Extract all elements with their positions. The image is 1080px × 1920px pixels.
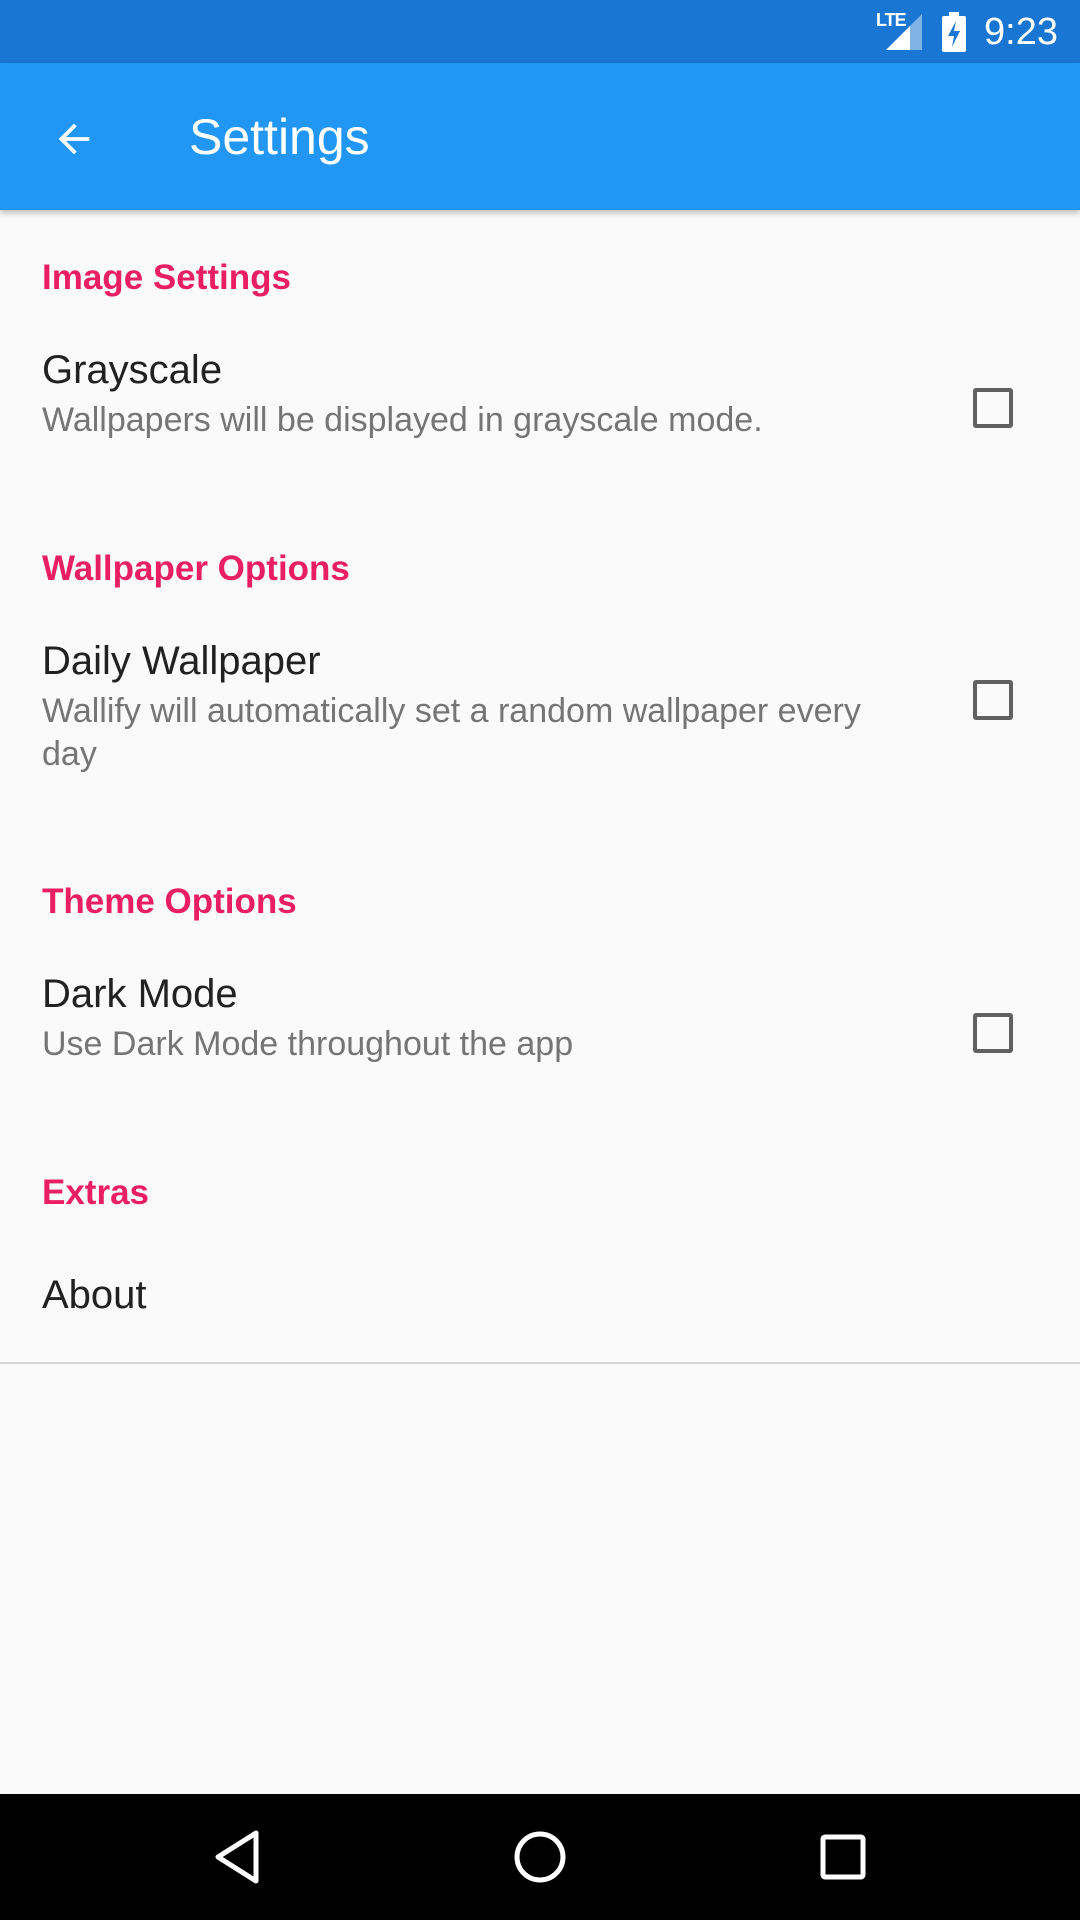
arrow-back-icon (58, 123, 90, 155)
list-divider (0, 1362, 1080, 1364)
pref-row-grayscale[interactable]: Grayscale Wallpapers will be displayed i… (0, 340, 1080, 520)
pref-summary-daily-wallpaper: Wallify will automatically set a random … (42, 692, 861, 773)
nav-home-button[interactable] (500, 1817, 580, 1897)
section-header-image-settings: Image Settings (42, 258, 291, 297)
system-nav-bar (0, 1794, 1080, 1920)
pref-summary-grayscale: Wallpapers will be displayed in grayscal… (42, 401, 763, 439)
app-bar: Settings (0, 63, 1080, 210)
page-title: Settings (189, 109, 370, 165)
status-time: 9:23 (984, 11, 1058, 53)
section-header-theme-options: Theme Options (42, 882, 297, 921)
pref-row-dark-mode[interactable]: Dark Mode Use Dark Mode throughout the a… (0, 963, 1080, 1143)
pref-title-grayscale: Grayscale (42, 348, 223, 392)
pref-title-dark-mode: Dark Mode (42, 972, 238, 1016)
pref-summary-dark-mode: Use Dark Mode throughout the app (42, 1025, 574, 1063)
back-button[interactable] (34, 99, 114, 179)
pref-row-about[interactable]: About (0, 1250, 1080, 1360)
nav-back-button[interactable] (197, 1817, 277, 1897)
grayscale-checkbox[interactable] (973, 388, 1013, 428)
back-triangle-icon (215, 1830, 259, 1884)
network-type-label: LTE (876, 10, 907, 30)
pref-title-about: About (42, 1273, 147, 1317)
nav-recents-button[interactable] (803, 1817, 883, 1897)
recents-square-icon (820, 1834, 866, 1880)
daily-wallpaper-checkbox[interactable] (973, 680, 1013, 720)
battery-charging-icon (942, 12, 966, 52)
section-header-extras: Extras (42, 1173, 150, 1212)
section-header-wallpaper-options: Wallpaper Options (42, 549, 350, 588)
home-circle-icon (514, 1831, 566, 1883)
pref-title-daily-wallpaper: Daily Wallpaper (42, 639, 321, 683)
pref-row-daily-wallpaper[interactable]: Daily Wallpaper Wallify will automatical… (0, 630, 1080, 830)
status-bar: LTE 9:23 (0, 0, 1080, 63)
dark-mode-checkbox[interactable] (973, 1013, 1013, 1053)
